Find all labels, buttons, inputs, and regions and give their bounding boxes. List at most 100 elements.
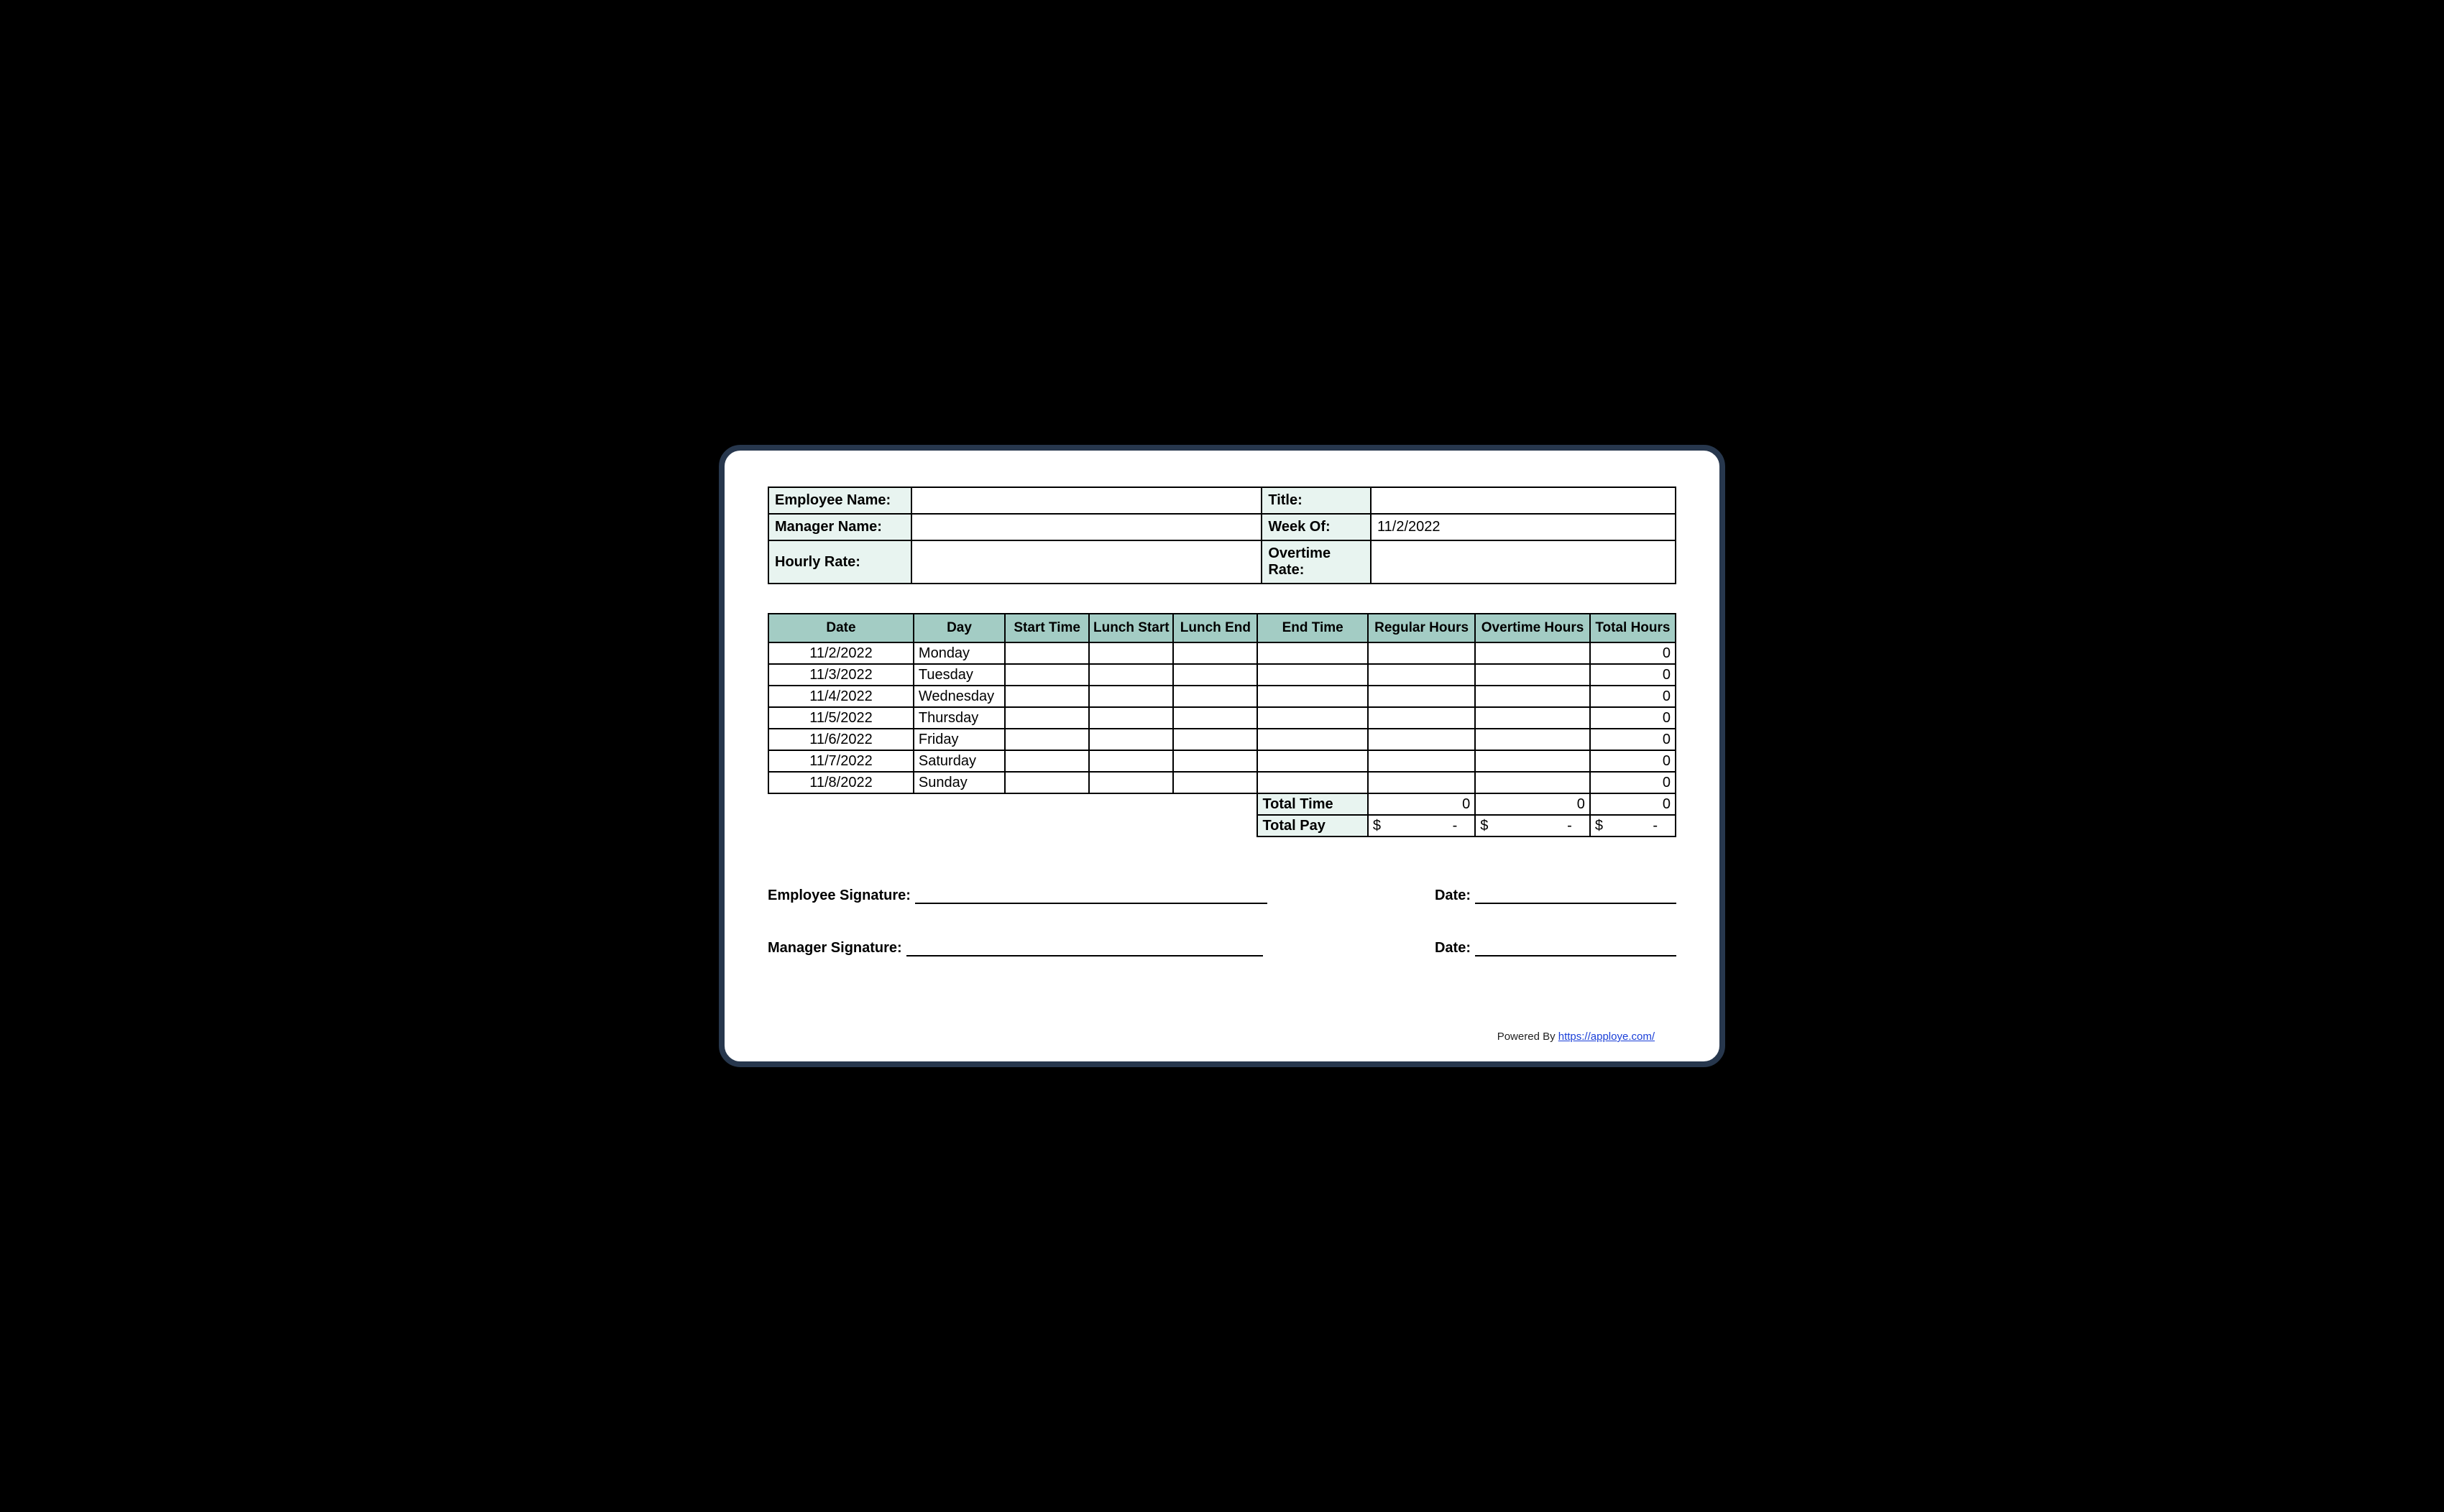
manager-date-label: Date: [1435,940,1471,956]
total-time-total: 0 [1590,793,1676,815]
cell-regular-hours[interactable] [1368,707,1475,729]
cell-overtime-hours[interactable] [1475,707,1590,729]
cell-total-hours: 0 [1590,642,1676,664]
week-of-value[interactable]: 11/2/2022 [1371,514,1676,540]
cell-end-time[interactable] [1257,729,1367,750]
cell-total-hours: 0 [1590,750,1676,772]
cell-overtime-hours[interactable] [1475,642,1590,664]
cell-total-hours: 0 [1590,772,1676,793]
cell-lunch-start[interactable] [1089,707,1173,729]
cell-lunch-end[interactable] [1173,664,1257,686]
table-header-row: Date Day Start Time Lunch Start Lunch En… [768,614,1676,642]
cell-regular-hours[interactable] [1368,750,1475,772]
cell-end-time[interactable] [1257,686,1367,707]
cell-start-time[interactable] [1005,664,1089,686]
manager-date-line[interactable] [1475,941,1676,956]
total-pay-total: $- [1590,815,1676,836]
manager-signature-row: Manager Signature: Date: [768,940,1676,956]
apploye-link[interactable]: https://apploye.com/ [1558,1031,1655,1043]
cell-overtime-hours[interactable] [1475,686,1590,707]
cell-regular-hours[interactable] [1368,729,1475,750]
table-row: 11/5/2022Thursday0 [768,707,1676,729]
cell-day: Friday [914,729,1005,750]
cell-day: Monday [914,642,1005,664]
table-row: 11/4/2022Wednesday 0 [768,686,1676,707]
cell-end-time[interactable] [1257,642,1367,664]
employee-info-table: Employee Name: Title: Manager Name: Week… [768,487,1676,584]
cell-date: 11/8/2022 [768,772,914,793]
title-label: Title: [1262,487,1371,514]
cell-lunch-end[interactable] [1173,686,1257,707]
week-of-label: Week Of: [1262,514,1371,540]
cell-date: 11/5/2022 [768,707,914,729]
manager-signature-line[interactable] [906,941,1263,956]
cell-date: 11/4/2022 [768,686,914,707]
cell-regular-hours[interactable] [1368,664,1475,686]
cell-total-hours: 0 [1590,707,1676,729]
cell-end-time[interactable] [1257,772,1367,793]
cell-day: Wednesday [914,686,1005,707]
cell-start-time[interactable] [1005,772,1089,793]
cell-lunch-end[interactable] [1173,750,1257,772]
title-value[interactable] [1371,487,1676,514]
cell-lunch-start[interactable] [1089,729,1173,750]
cell-regular-hours[interactable] [1368,686,1475,707]
cell-overtime-hours[interactable] [1475,750,1590,772]
cell-date: 11/6/2022 [768,729,914,750]
cell-regular-hours[interactable] [1368,642,1475,664]
cell-lunch-start[interactable] [1089,686,1173,707]
employee-signature-row: Employee Signature: Date: [768,888,1676,904]
total-pay-row: Total Pay $- $- $- [768,815,1676,836]
cell-total-hours: 0 [1590,686,1676,707]
cell-end-time[interactable] [1257,664,1367,686]
employee-date-line[interactable] [1475,888,1676,904]
header-day: Day [914,614,1005,642]
table-row: 11/7/2022Saturday0 [768,750,1676,772]
cell-start-time[interactable] [1005,707,1089,729]
employee-name-value[interactable] [911,487,1262,514]
overtime-rate-value[interactable] [1371,540,1676,584]
total-pay-overtime: $- [1475,815,1590,836]
total-time-regular: 0 [1368,793,1475,815]
cell-start-time[interactable] [1005,729,1089,750]
manager-name-label: Manager Name: [768,514,911,540]
cell-lunch-start[interactable] [1089,664,1173,686]
header-start-time: Start Time [1005,614,1089,642]
table-row: 11/2/2022Monday0 [768,642,1676,664]
cell-lunch-end[interactable] [1173,772,1257,793]
cell-end-time[interactable] [1257,707,1367,729]
cell-day: Tuesday [914,664,1005,686]
cell-total-hours: 0 [1590,664,1676,686]
employee-name-label: Employee Name: [768,487,911,514]
cell-end-time[interactable] [1257,750,1367,772]
time-log-table: Date Day Start Time Lunch Start Lunch En… [768,613,1676,837]
cell-total-hours: 0 [1590,729,1676,750]
employee-signature-line[interactable] [915,888,1267,904]
cell-lunch-start[interactable] [1089,750,1173,772]
total-pay-regular: $- [1368,815,1475,836]
cell-lunch-end[interactable] [1173,729,1257,750]
manager-name-value[interactable] [911,514,1262,540]
cell-overtime-hours[interactable] [1475,772,1590,793]
cell-lunch-start[interactable] [1089,642,1173,664]
cell-lunch-start[interactable] [1089,772,1173,793]
cell-start-time[interactable] [1005,686,1089,707]
header-date: Date [768,614,914,642]
employee-signature-label: Employee Signature: [768,888,911,904]
cell-start-time[interactable] [1005,642,1089,664]
cell-overtime-hours[interactable] [1475,664,1590,686]
header-end-time: End Time [1257,614,1367,642]
cell-lunch-end[interactable] [1173,642,1257,664]
total-time-label: Total Time [1257,793,1367,815]
cell-start-time[interactable] [1005,750,1089,772]
total-time-overtime: 0 [1475,793,1590,815]
hourly-rate-value[interactable] [911,540,1262,584]
timesheet-document: Employee Name: Title: Manager Name: Week… [719,445,1725,1067]
cell-lunch-end[interactable] [1173,707,1257,729]
cell-regular-hours[interactable] [1368,772,1475,793]
cell-overtime-hours[interactable] [1475,729,1590,750]
powered-by-text: Powered By [1497,1031,1558,1043]
total-pay-label: Total Pay [1257,815,1367,836]
cell-date: 11/3/2022 [768,664,914,686]
header-lunch-end: Lunch End [1173,614,1257,642]
